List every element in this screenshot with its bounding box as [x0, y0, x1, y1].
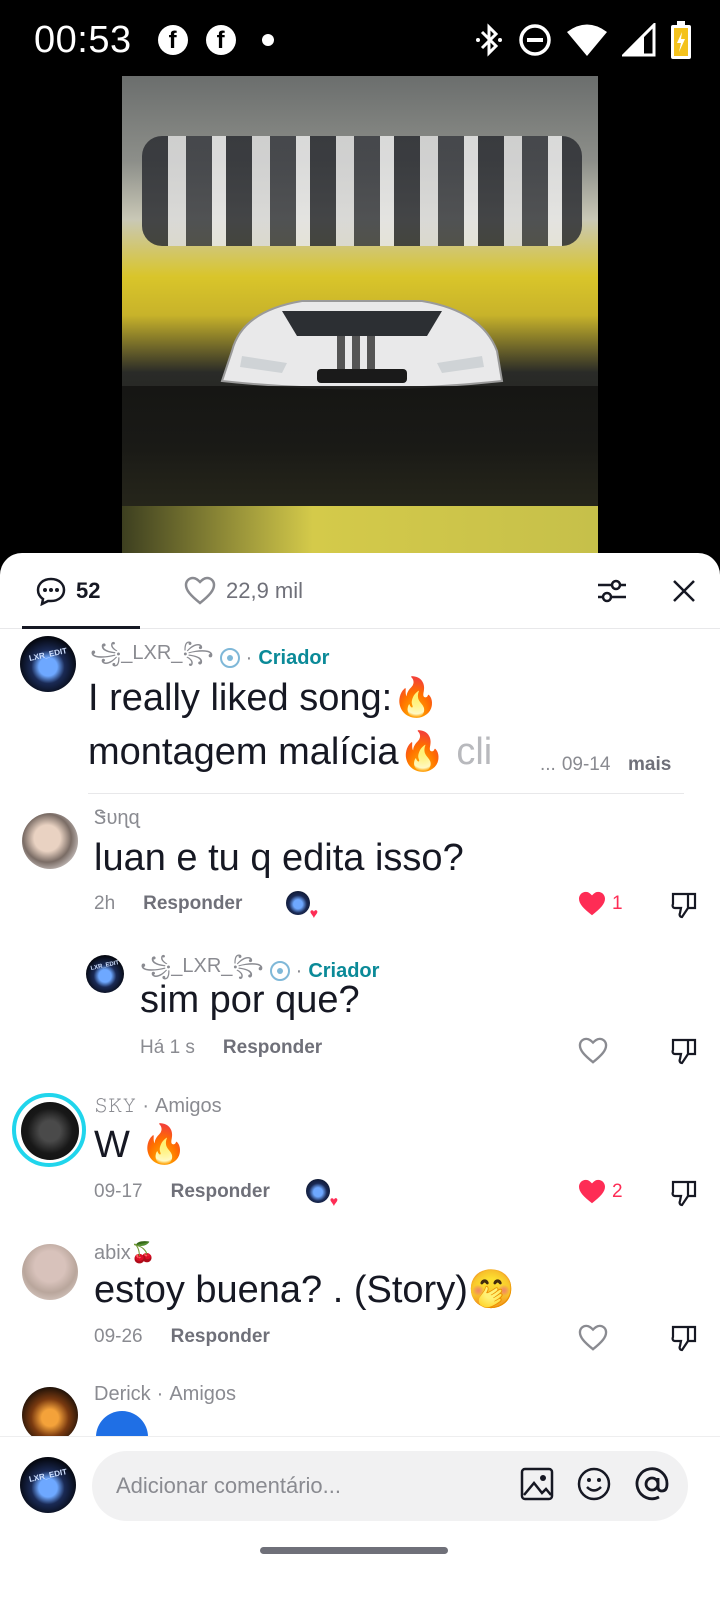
avatar[interactable] [22, 813, 78, 869]
like-count: 2 [612, 1181, 623, 1202]
like-count: 1 [612, 893, 623, 914]
dislike-icon[interactable] [670, 1324, 698, 1352]
reply-button[interactable]: Responder [223, 1037, 322, 1059]
comment-item[interactable]: Derick · Amigos [0, 1379, 720, 1463]
video-grass [122, 506, 598, 554]
battery-charging-icon [671, 21, 691, 59]
comment-meta: Há 1 s Responder [140, 1037, 322, 1059]
dislike-icon[interactable] [670, 1037, 698, 1065]
comment-text: luan e tu q edita isso? [94, 837, 464, 879]
creator-tag: Criador [258, 646, 330, 669]
filter-button[interactable] [592, 571, 632, 611]
video-car-image [220, 300, 504, 390]
signal-icon [622, 23, 656, 57]
avatar[interactable]: LXR_EDIT [20, 636, 76, 692]
comment-author[interactable]: Derick · Amigos [94, 1383, 236, 1406]
reply-button[interactable]: Responder [143, 893, 242, 915]
comment-author[interactable]: ꧁_LXR_꧂ · Criador [90, 638, 329, 678]
do-not-disturb-icon [519, 24, 551, 56]
video-player[interactable] [122, 76, 598, 554]
heart-icon: ♥ [309, 905, 318, 921]
wifi-icon [567, 24, 607, 56]
divider [88, 793, 684, 794]
facebook-icon: f [205, 25, 236, 55]
comment-input[interactable]: Adicionar comentário... [92, 1451, 688, 1521]
comment-item[interactable]: abix🍒 estoy buena? . (Story)🤭 09-26 Resp… [0, 1236, 720, 1366]
current-user-avatar: LXR_EDIT [20, 1457, 76, 1513]
comment-time: 09-26 [94, 1326, 143, 1347]
comment-bubble-icon [36, 577, 66, 606]
close-button[interactable] [664, 571, 704, 611]
dislike-icon[interactable] [670, 891, 698, 919]
emoji-icon[interactable] [576, 1466, 612, 1502]
bluetooth-icon [476, 23, 502, 57]
comment-text-line2: montagem malícia🔥 cli [88, 731, 493, 773]
creator-liked-avatar: ♥ [306, 1179, 338, 1209]
sheet-header: 52 22,9 mil [0, 553, 720, 629]
heart-outline-icon [184, 576, 216, 605]
comment-text: estoy buena? . (Story)🤭 [94, 1269, 516, 1311]
comment-item[interactable]: LXR_EDIT ꧁_LXR_꧂ · Criador I really like… [0, 630, 720, 795]
notification-dot-icon [261, 34, 274, 46]
status-right-icons [474, 20, 692, 60]
video-shadow [122, 386, 598, 506]
mention-icon[interactable] [634, 1466, 670, 1502]
avatar-image [21, 1102, 79, 1160]
like-button[interactable]: 2 [578, 1179, 623, 1205]
comment-meta: 09-26 Responder [94, 1326, 270, 1348]
home-indicator[interactable] [260, 1547, 448, 1554]
comment-time: 09-17 [94, 1181, 143, 1202]
comment-time: 2h [94, 893, 116, 914]
active-tab-indicator [22, 626, 140, 629]
tab-likes[interactable]: 22,9 mil [184, 553, 303, 629]
avatar[interactable] [22, 1387, 78, 1443]
status-bar: 00:53 f f [0, 0, 720, 80]
like-button[interactable]: 1 [578, 891, 623, 917]
avatar[interactable] [12, 1093, 86, 1167]
heart-outline-icon[interactable] [578, 1037, 608, 1065]
heart-filled-icon [579, 1179, 605, 1204]
reply-button[interactable]: Responder [171, 1326, 270, 1348]
status-left-icons: f f [157, 25, 274, 55]
comment-composer: LXR_EDIT Adicionar comentário... [0, 1436, 720, 1600]
comment-author[interactable]: abix🍒 [94, 1240, 156, 1265]
heart-icon: ♥ [329, 1193, 338, 1209]
heart-filled-icon [579, 891, 605, 916]
comment-item[interactable]: 𝚂𝙺𝚈 · Amigos W 🔥 09-17 Responder ♥ 2 [0, 1091, 720, 1225]
comment-input-placeholder: Adicionar comentário... [116, 1473, 341, 1498]
comment-text: sim por que? [140, 979, 360, 1021]
video-background-crowd [142, 136, 582, 246]
comment-time: Há 1 s [140, 1037, 195, 1058]
friends-tag: Amigos [154, 1095, 222, 1117]
comment-text-line1: I really liked song:🔥 [88, 677, 440, 719]
status-time: 00:53 [34, 18, 132, 61]
comment-item[interactable]: Ꮥυɳɋ luan e tu q edita isso? 2h Responde… [0, 803, 720, 933]
reply-button[interactable]: Responder [171, 1181, 270, 1203]
creator-badge-icon [269, 961, 290, 981]
composer-icons [520, 1466, 670, 1502]
dislike-icon[interactable] [670, 1179, 698, 1207]
like-count: 22,9 mil [226, 578, 304, 603]
avatar[interactable] [22, 1244, 78, 1300]
close-icon [673, 580, 695, 602]
tab-comments[interactable]: 52 [36, 553, 100, 629]
reply-item[interactable]: LXR_EDIT ꧁_LXR_꧂ · Criador sim por que? … [0, 945, 720, 1071]
heart-outline-icon[interactable] [578, 1324, 608, 1352]
comment-date: 09-14 [561, 754, 611, 775]
avatar[interactable]: LXR_EDIT [86, 955, 124, 993]
creator-liked-avatar: ♥ [286, 891, 318, 921]
creator-badge-icon [219, 648, 240, 668]
image-icon[interactable] [520, 1467, 554, 1501]
comment-author[interactable]: 𝚂𝙺𝚈 · Amigos [94, 1095, 222, 1118]
facebook-icon: f [157, 25, 188, 55]
comment-text: W 🔥 [94, 1124, 188, 1166]
comment-count: 52 [76, 578, 101, 603]
sliders-icon [598, 579, 626, 603]
comment-author[interactable]: Ꮥυɳɋ [94, 807, 140, 830]
comment-meta: 2h Responder [94, 893, 242, 915]
more-link[interactable]: mais [628, 754, 671, 776]
comment-meta: 09-17 Responder [94, 1181, 270, 1203]
comment-meta: ... 09-14 [540, 754, 611, 775]
friends-tag: Amigos [169, 1383, 237, 1405]
